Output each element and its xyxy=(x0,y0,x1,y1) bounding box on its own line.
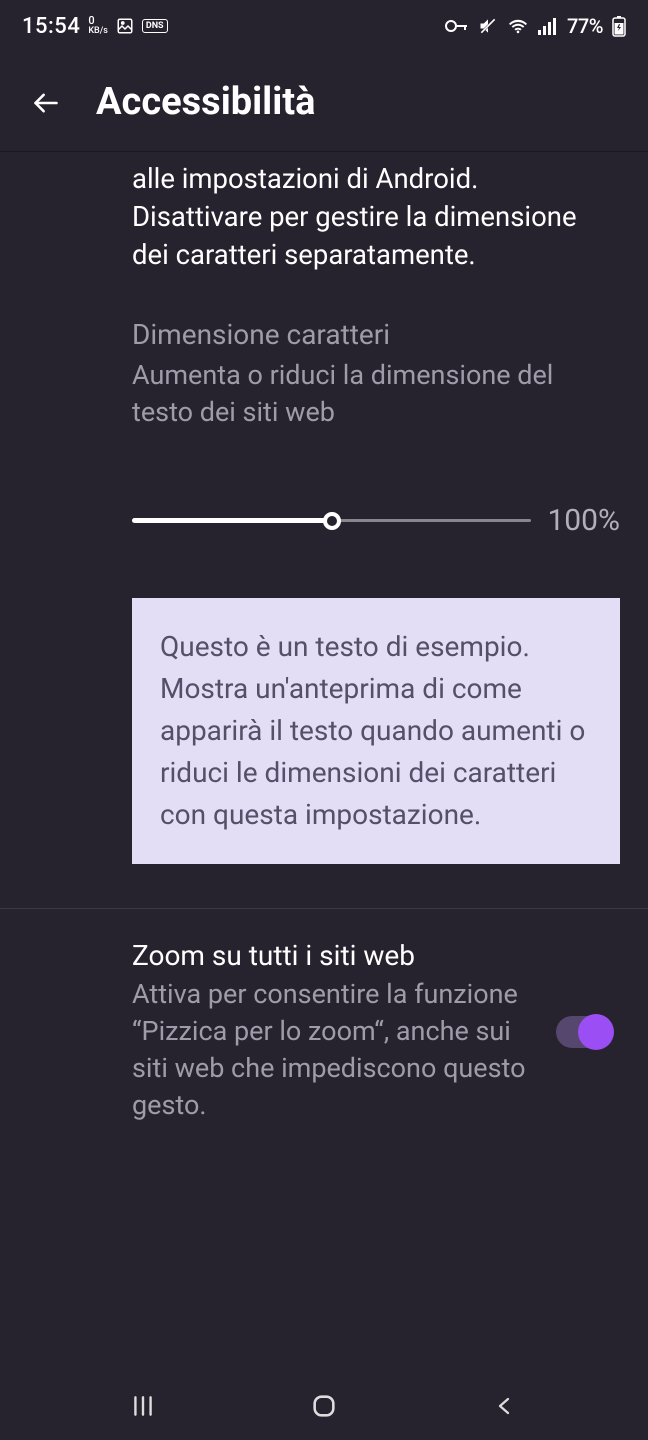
mute-icon xyxy=(478,16,498,36)
zoom-desc: Attiva per consentire la funzione “Pizzi… xyxy=(132,976,556,1124)
zoom-toggle[interactable] xyxy=(556,1016,612,1048)
nav-recents-button[interactable] xyxy=(123,1386,163,1426)
content-scroll[interactable]: alle impostazioni di Android. Disattivar… xyxy=(0,152,648,1154)
slider-thumb[interactable] xyxy=(323,512,341,530)
font-size-slider-row: 100% xyxy=(0,503,648,538)
back-button[interactable] xyxy=(32,89,58,115)
slider-track-fill xyxy=(132,518,332,523)
font-size-slider[interactable] xyxy=(132,506,531,536)
zoom-text-group: Zoom su tutti i siti web Attiva per cons… xyxy=(132,939,556,1124)
battery-percent: 77% xyxy=(567,14,603,38)
nav-home-button[interactable] xyxy=(304,1386,344,1426)
font-size-value: 100% xyxy=(547,503,620,538)
use-android-font-desc-continued: alle impostazioni di Android. Disattivar… xyxy=(0,152,648,318)
vpn-key-icon xyxy=(445,18,469,34)
zoom-all-sites-row[interactable]: Zoom su tutti i siti web Attiva per cons… xyxy=(0,909,648,1154)
font-size-desc: Aumenta o riduci la dimensione del testo… xyxy=(132,357,600,431)
status-time: 15:54 xyxy=(22,14,80,39)
zoom-title: Zoom su tutti i siti web xyxy=(132,939,556,972)
status-left: 15:54 0 KB/s DNS xyxy=(22,14,168,39)
android-nav-bar xyxy=(0,1372,648,1440)
dns-badge: DNS xyxy=(142,19,168,33)
font-size-title: Dimensione caratteri xyxy=(132,318,600,351)
battery-icon xyxy=(612,15,626,37)
status-bar: 15:54 0 KB/s DNS 77% xyxy=(0,0,648,52)
wifi-icon xyxy=(507,17,529,35)
signal-icon xyxy=(538,17,558,35)
status-network-speed: 0 KB/s xyxy=(88,16,108,36)
nav-back-button[interactable] xyxy=(485,1386,525,1426)
font-size-sample-text: Questo è un testo di esempio. Mostra un'… xyxy=(132,598,620,864)
status-right: 77% xyxy=(445,14,626,38)
app-header: Accessibilità xyxy=(0,52,648,152)
font-size-section: Dimensione caratteri Aumenta o riduci la… xyxy=(0,318,648,431)
image-icon xyxy=(116,17,134,35)
page-title: Accessibilità xyxy=(96,80,315,124)
toggle-knob xyxy=(578,1014,614,1050)
